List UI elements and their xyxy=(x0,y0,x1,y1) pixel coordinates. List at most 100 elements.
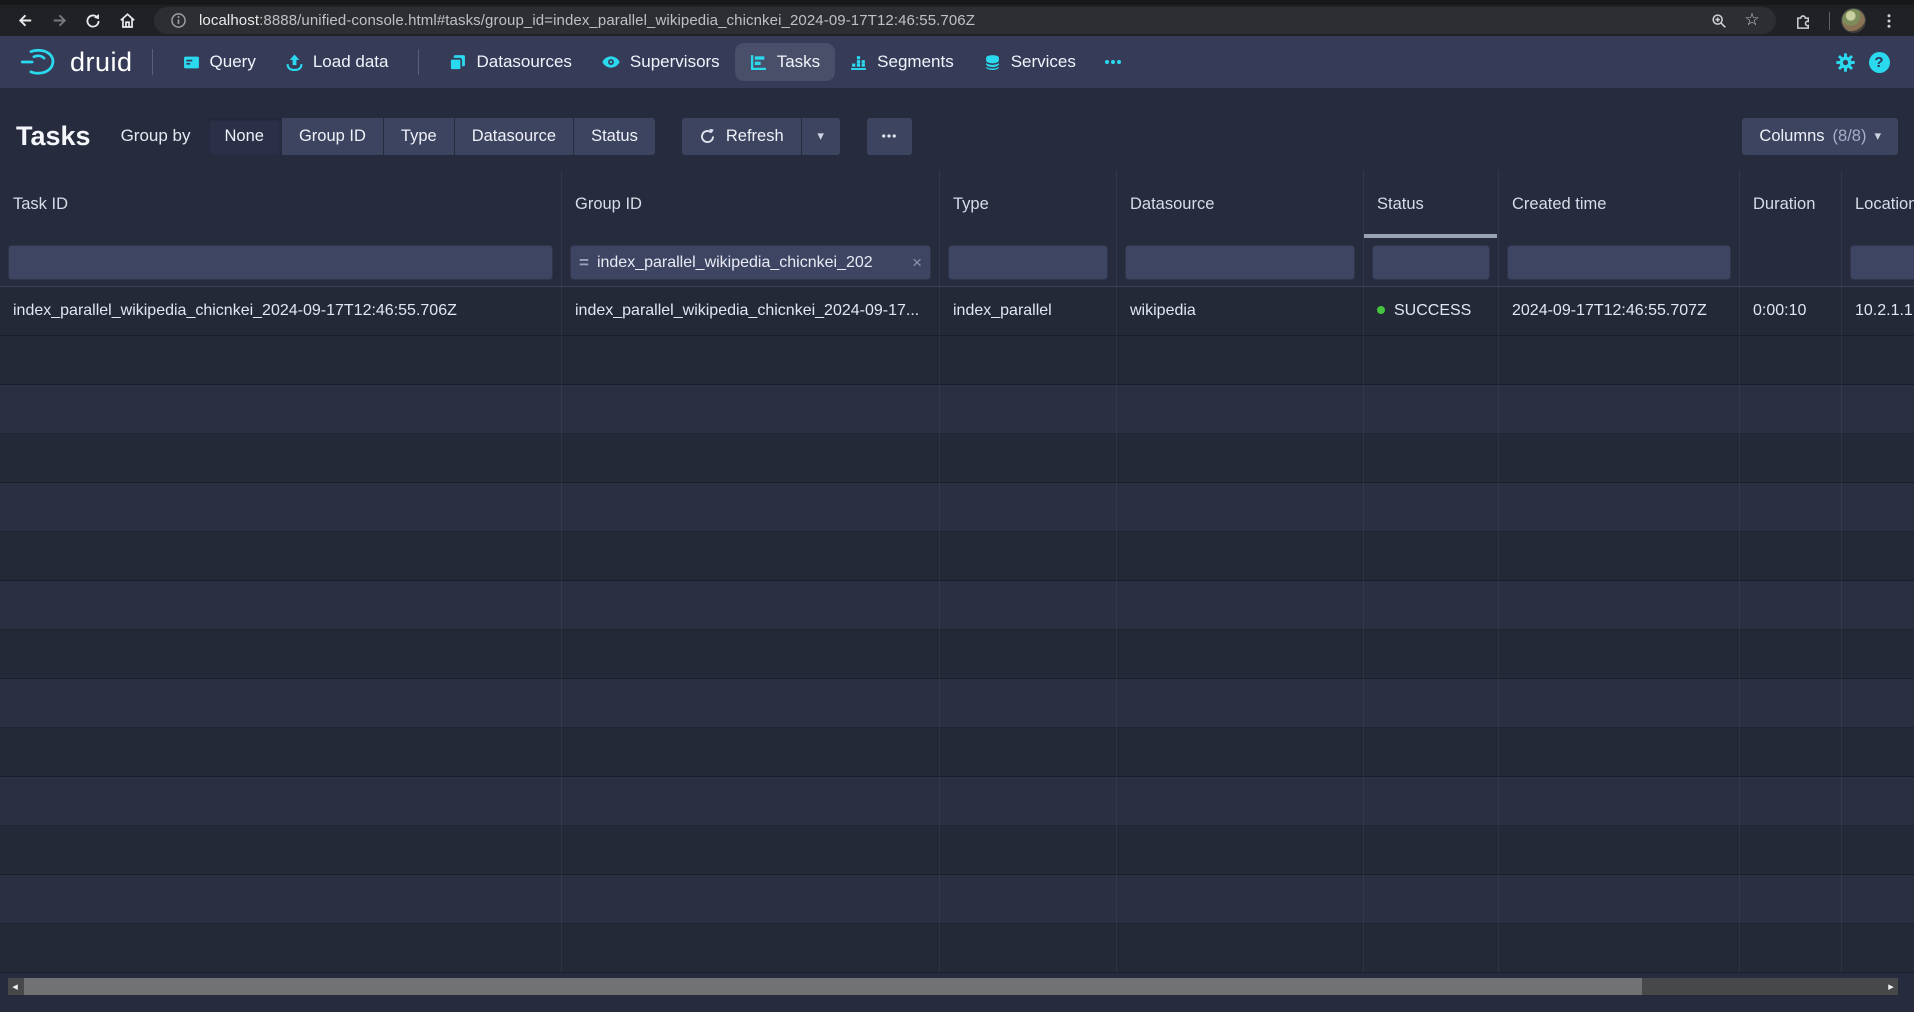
empty-cell xyxy=(1740,826,1842,875)
empty-cell xyxy=(1842,336,1914,385)
empty-cell xyxy=(1499,483,1740,532)
cell-duration[interactable]: 0:00:10 xyxy=(1740,287,1842,336)
empty-cell xyxy=(1117,777,1364,826)
column-header-status[interactable]: Status xyxy=(1364,170,1499,238)
table-header-row: Task ID Group ID Type Datasource Status … xyxy=(0,170,1914,238)
nav-item-query[interactable]: Query xyxy=(168,43,271,81)
clear-filter-icon[interactable]: × xyxy=(912,253,922,273)
filter-input-datasource[interactable] xyxy=(1125,245,1355,280)
column-header-group-id[interactable]: Group ID xyxy=(562,170,940,238)
cell-location[interactable]: 10.2.1.1 xyxy=(1842,287,1914,336)
filter-input-group-id[interactable]: = index_parallel_wikipedia_chicnkei_202 … xyxy=(570,245,931,280)
address-bar[interactable]: localhost:8888/unified-console.html#task… xyxy=(154,7,1776,34)
status-text: SUCCESS xyxy=(1394,302,1471,319)
column-header-datasource[interactable]: Datasource xyxy=(1117,170,1364,238)
nav-item-tasks[interactable]: Tasks xyxy=(735,43,835,81)
nav-item-datasources[interactable]: Datasources xyxy=(434,43,586,81)
help-button[interactable]: ? xyxy=(1862,45,1896,79)
settings-gear-button[interactable] xyxy=(1828,45,1862,79)
nav-item-label: Tasks xyxy=(777,52,820,72)
column-header-type[interactable]: Type xyxy=(940,170,1117,238)
cell-status[interactable]: SUCCESS xyxy=(1364,287,1499,336)
filter-input-task-id[interactable] xyxy=(8,245,553,280)
cell-datasource[interactable]: wikipedia xyxy=(1117,287,1364,336)
empty-cell xyxy=(1499,679,1740,728)
nav-item-supervisors[interactable]: Supervisors xyxy=(587,43,735,81)
nav-item-label: Load data xyxy=(313,52,389,72)
empty-cell xyxy=(1364,581,1499,630)
cell-created-time[interactable]: 2024-09-17T12:46:55.707Z xyxy=(1499,287,1740,336)
forward-button[interactable] xyxy=(44,7,74,35)
column-header-created-time[interactable]: Created time xyxy=(1499,170,1740,238)
filter-input-location[interactable] xyxy=(1850,245,1914,280)
empty-cell xyxy=(562,728,940,777)
group-by-status-button[interactable]: Status xyxy=(574,118,655,155)
filter-input-status[interactable] xyxy=(1372,245,1490,280)
scrollbar-thumb[interactable] xyxy=(24,978,1642,995)
cell-task-id[interactable]: index_parallel_wikipedia_chicnkei_2024-0… xyxy=(0,287,562,336)
extensions-icon[interactable] xyxy=(1788,7,1818,35)
group-by-group-id-button[interactable]: Group ID xyxy=(282,118,383,155)
empty-cell xyxy=(1499,532,1740,581)
empty-cell xyxy=(1740,875,1842,924)
empty-table-row xyxy=(0,728,1914,777)
group-by-none-button[interactable]: None xyxy=(208,118,281,155)
empty-cell xyxy=(1117,385,1364,434)
column-header-duration[interactable]: Duration xyxy=(1740,170,1842,238)
empty-cell xyxy=(1740,630,1842,679)
cell-group-id[interactable]: index_parallel_wikipedia_chicnkei_2024-0… xyxy=(562,287,940,336)
cell-type[interactable]: index_parallel xyxy=(940,287,1117,336)
services-database-icon xyxy=(984,54,1001,71)
empty-cell xyxy=(1117,875,1364,924)
reload-button[interactable] xyxy=(78,7,108,35)
empty-cell xyxy=(562,336,940,385)
empty-cell xyxy=(562,679,940,728)
refresh-interval-caret-button[interactable]: ▾ xyxy=(802,118,840,155)
scrollbar-right-arrow[interactable]: ▸ xyxy=(1884,978,1898,995)
site-info-icon[interactable] xyxy=(166,9,190,33)
empty-cell xyxy=(1740,728,1842,777)
empty-table-row xyxy=(0,581,1914,630)
column-label: Status xyxy=(1377,195,1424,214)
column-header-location[interactable]: Location xyxy=(1842,170,1914,238)
browser-toolbar: localhost:8888/unified-console.html#task… xyxy=(0,5,1914,36)
nav-more-button[interactable] xyxy=(1091,45,1135,79)
empty-cell xyxy=(1117,630,1364,679)
empty-cell xyxy=(0,483,562,532)
profile-avatar[interactable] xyxy=(1841,8,1866,33)
empty-cell xyxy=(1842,875,1914,924)
columns-dropdown-button[interactable]: Columns (8/8) ▾ xyxy=(1742,118,1898,155)
empty-cell xyxy=(1740,777,1842,826)
home-button[interactable] xyxy=(112,7,142,35)
empty-cell xyxy=(1117,336,1364,385)
empty-cell xyxy=(0,434,562,483)
group-by-type-button[interactable]: Type xyxy=(384,118,454,155)
empty-cell xyxy=(0,630,562,679)
column-label: Type xyxy=(953,195,989,214)
segments-chart-icon xyxy=(850,54,867,71)
horizontal-scrollbar[interactable]: ◂ ▸ xyxy=(8,978,1898,995)
refresh-button[interactable]: Refresh xyxy=(682,118,801,155)
nav-item-services[interactable]: Services xyxy=(969,43,1091,81)
bookmark-star-icon[interactable]: ☆ xyxy=(1740,9,1764,33)
empty-cell xyxy=(1364,336,1499,385)
empty-cell xyxy=(1842,924,1914,973)
toolbar-more-button[interactable] xyxy=(867,118,912,155)
nav-item-segments[interactable]: Segments xyxy=(835,43,969,81)
filter-input-created-time[interactable] xyxy=(1507,245,1731,280)
back-button[interactable] xyxy=(10,7,40,35)
filter-input-type[interactable] xyxy=(948,245,1108,280)
zoom-in-icon[interactable] xyxy=(1707,9,1731,33)
empty-table-row xyxy=(0,336,1914,385)
empty-cell xyxy=(1842,630,1914,679)
empty-cell xyxy=(1842,434,1914,483)
scrollbar-left-arrow[interactable]: ◂ xyxy=(8,978,22,995)
group-by-datasource-button[interactable]: Datasource xyxy=(455,118,573,155)
empty-cell xyxy=(1117,679,1364,728)
druid-brand[interactable]: druid xyxy=(18,47,133,78)
empty-cell xyxy=(562,777,940,826)
nav-item-load-data[interactable]: Load data xyxy=(271,43,404,81)
browser-menu-kebab-icon[interactable] xyxy=(1874,7,1904,35)
column-header-task-id[interactable]: Task ID xyxy=(0,170,562,238)
empty-cell xyxy=(1740,679,1842,728)
